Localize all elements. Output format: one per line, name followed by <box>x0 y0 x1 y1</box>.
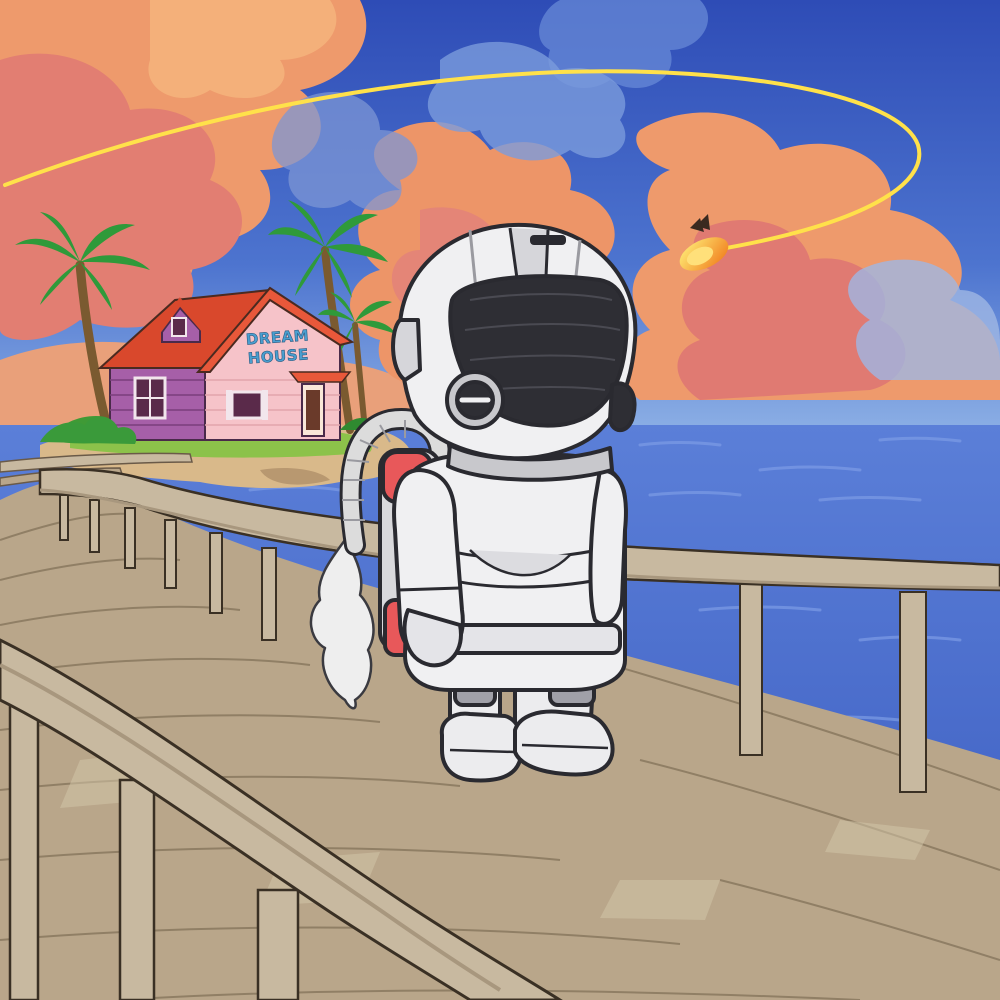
scene-canvas: DREAM HOUSE <box>0 0 1000 1000</box>
